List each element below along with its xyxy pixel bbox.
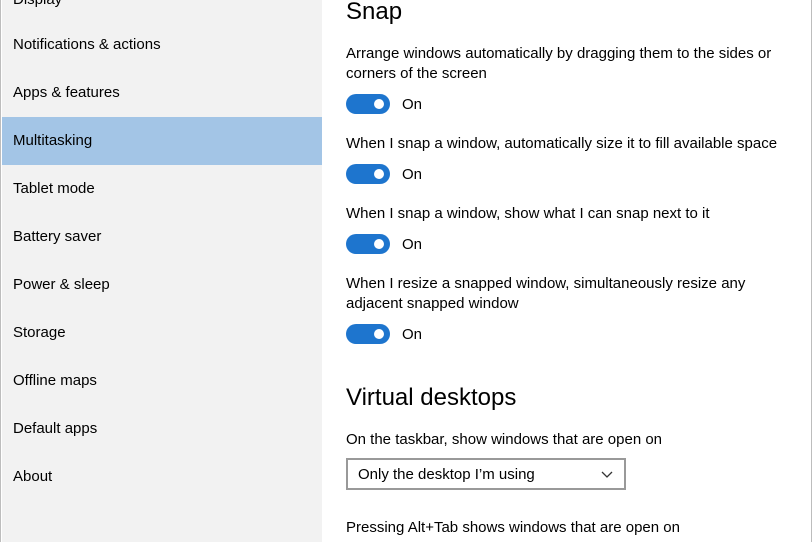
snap-resize-toggle[interactable] xyxy=(346,324,390,344)
snap-resize-toggle-row: On xyxy=(346,324,422,344)
snap-fill-toggle-row: On xyxy=(346,164,422,184)
sidebar-item-multitasking[interactable]: Multitasking xyxy=(2,117,322,165)
sidebar-item-offline-maps[interactable]: Offline maps xyxy=(2,357,322,405)
snap-assist-toggle[interactable] xyxy=(346,234,390,254)
sidebar-item-power-sleep[interactable]: Power & sleep xyxy=(2,261,322,309)
snap-resize-state: On xyxy=(402,325,423,343)
sidebar-item-tablet-mode[interactable]: Tablet mode xyxy=(2,165,322,213)
chevron-down-icon xyxy=(601,471,613,478)
sidebar-item-about[interactable]: About xyxy=(2,453,322,501)
snap-assist-state: On xyxy=(402,235,423,253)
sidebar-item-apps-features[interactable]: Apps & features xyxy=(2,69,322,117)
snap-fill-state: On xyxy=(402,165,423,183)
taskbar-windows-label: On the taskbar, show windows that are op… xyxy=(346,431,663,448)
toggle-knob xyxy=(374,239,384,249)
sidebar-item-default-apps[interactable]: Default apps xyxy=(2,405,322,453)
sidebar-item-storage[interactable]: Storage xyxy=(2,309,322,357)
sidebar-item-battery-saver[interactable]: Battery saver xyxy=(2,213,322,261)
snap-arrange-state: On xyxy=(402,95,423,113)
snap-section-title: Snap xyxy=(346,0,403,25)
virtual-desktops-section-title: Virtual desktops xyxy=(346,384,517,411)
taskbar-windows-dropdown[interactable]: Only the desktop I’m using xyxy=(346,458,626,490)
snap-assist-label: When I snap a window, show what I can sn… xyxy=(346,205,710,222)
sidebar-item-notifications-actions[interactable]: Notifications & actions xyxy=(2,21,322,69)
toggle-knob xyxy=(374,329,384,339)
toggle-knob xyxy=(374,99,384,109)
taskbar-windows-value: Only the desktop I’m using xyxy=(358,465,535,483)
alt-tab-windows-label: Pressing Alt+Tab shows windows that are … xyxy=(346,519,680,536)
snap-fill-toggle[interactable] xyxy=(346,164,390,184)
snap-assist-toggle-row: On xyxy=(346,234,422,254)
snap-arrange-toggle[interactable] xyxy=(346,94,390,114)
snap-fill-label: When I snap a window, automatically size… xyxy=(346,135,778,152)
snap-arrange-label: Arrange windows automatically by draggin… xyxy=(346,45,772,82)
snap-arrange-toggle-row: On xyxy=(346,94,422,114)
toggle-knob xyxy=(374,169,384,179)
settings-window: Display Notifications & actions Apps & f… xyxy=(0,0,812,542)
settings-content: Snap Arrange windows automatically by dr… xyxy=(322,0,811,542)
snap-resize-label: When I resize a snapped window, simultan… xyxy=(346,275,746,312)
sidebar: Display Notifications & actions Apps & f… xyxy=(2,0,322,542)
